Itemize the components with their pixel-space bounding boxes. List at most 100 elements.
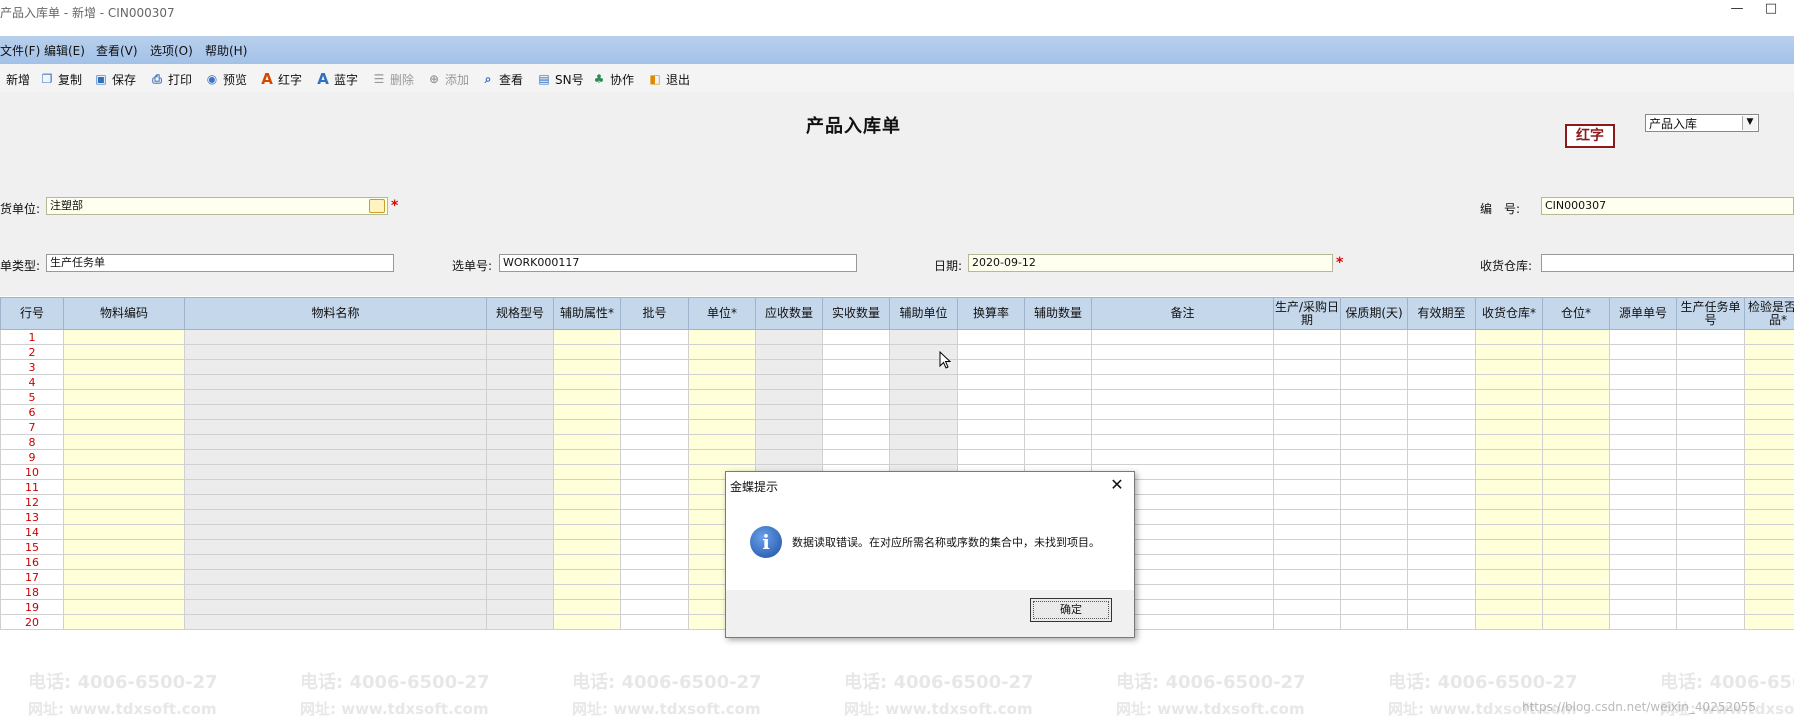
- table-row[interactable]: 8: [0, 434, 1794, 450]
- grid-cell[interactable]: [486, 599, 554, 615]
- grid-cell[interactable]: [889, 329, 958, 345]
- grid-cell[interactable]: [184, 509, 487, 525]
- grid-cell[interactable]: [1676, 464, 1745, 480]
- grid-cell[interactable]: [553, 359, 621, 375]
- grid-cell[interactable]: [1542, 419, 1610, 435]
- grid-cell[interactable]: [1609, 359, 1677, 375]
- grid-cell[interactable]: [1407, 539, 1476, 555]
- column-header[interactable]: 生产/采购日期: [1273, 297, 1341, 330]
- grid-cell[interactable]: [1475, 359, 1543, 375]
- grid-cell[interactable]: [63, 494, 185, 510]
- select-no-field[interactable]: WORK000117: [499, 254, 857, 272]
- grid-cell[interactable]: [1542, 494, 1610, 510]
- grid-cell[interactable]: [553, 344, 621, 360]
- grid-cell[interactable]: [1024, 329, 1092, 345]
- grid-cell[interactable]: [1609, 614, 1677, 630]
- grid-cell[interactable]: [1024, 389, 1092, 405]
- grid-cell[interactable]: [620, 524, 689, 540]
- grid-cell[interactable]: [1091, 404, 1274, 420]
- grid-cell[interactable]: [889, 449, 958, 465]
- grid-cell[interactable]: [553, 404, 621, 420]
- grid-cell[interactable]: [1340, 329, 1408, 345]
- grid-cell[interactable]: [1542, 479, 1610, 495]
- sn-button[interactable]: ▤ SN号: [537, 70, 583, 88]
- grid-cell[interactable]: [1475, 479, 1543, 495]
- grid-cell[interactable]: [1091, 329, 1274, 345]
- grid-cell[interactable]: [486, 434, 554, 450]
- grid-cell[interactable]: [63, 359, 185, 375]
- grid-cell[interactable]: [1744, 464, 1794, 480]
- grid-cell[interactable]: [1407, 359, 1476, 375]
- grid-cell[interactable]: [1407, 599, 1476, 615]
- grid-cell[interactable]: [1407, 404, 1476, 420]
- grid-cell[interactable]: [1273, 419, 1341, 435]
- grid-cell[interactable]: [1542, 509, 1610, 525]
- grid-cell[interactable]: [1340, 599, 1408, 615]
- column-header[interactable]: 单位*: [688, 297, 756, 330]
- grid-cell[interactable]: [1024, 449, 1092, 465]
- grid-cell[interactable]: [184, 389, 487, 405]
- grid-cell[interactable]: [1475, 524, 1543, 540]
- grid-cell[interactable]: [1609, 389, 1677, 405]
- grid-cell[interactable]: [688, 374, 756, 390]
- grid-cell[interactable]: [1609, 404, 1677, 420]
- grid-cell[interactable]: [1475, 539, 1543, 555]
- grid-cell[interactable]: [1609, 374, 1677, 390]
- grid-cell[interactable]: [1542, 359, 1610, 375]
- grid-cell[interactable]: [1340, 494, 1408, 510]
- grid-cell[interactable]: [1024, 374, 1092, 390]
- grid-cell[interactable]: [1744, 494, 1794, 510]
- grid-cell[interactable]: [620, 464, 689, 480]
- grid-cell[interactable]: [1407, 569, 1476, 585]
- column-header[interactable]: 辅助属性*: [553, 297, 621, 330]
- grid-cell[interactable]: [1475, 494, 1543, 510]
- grid-cell[interactable]: [486, 449, 554, 465]
- grid-cell[interactable]: [184, 539, 487, 555]
- grid-cell[interactable]: [1744, 584, 1794, 600]
- grid-cell[interactable]: [63, 419, 185, 435]
- grid-cell[interactable]: [1475, 464, 1543, 480]
- grid-cell[interactable]: [1273, 599, 1341, 615]
- column-header[interactable]: 行号: [0, 297, 64, 330]
- grid-cell[interactable]: [63, 524, 185, 540]
- column-header[interactable]: 规格型号: [486, 297, 554, 330]
- column-header[interactable]: 备注: [1091, 297, 1274, 330]
- grid-cell[interactable]: [1676, 509, 1745, 525]
- maximize-button[interactable]: □: [1756, 0, 1786, 20]
- grid-cell[interactable]: [184, 584, 487, 600]
- table-row[interactable]: 7: [0, 419, 1794, 435]
- grid-cell[interactable]: [822, 404, 890, 420]
- grid-cell[interactable]: [63, 554, 185, 570]
- grid-cell[interactable]: [822, 344, 890, 360]
- grid-cell[interactable]: [1475, 434, 1543, 450]
- grid-cell[interactable]: [1609, 449, 1677, 465]
- grid-cell[interactable]: [1273, 494, 1341, 510]
- grid-cell[interactable]: [553, 599, 621, 615]
- grid-cell[interactable]: [184, 554, 487, 570]
- copy-button[interactable]: ❐ 复制: [40, 70, 82, 88]
- grid-cell[interactable]: [620, 614, 689, 630]
- delete-button[interactable]: ☰ 删除: [372, 70, 414, 88]
- grid-cell[interactable]: [1744, 344, 1794, 360]
- grid-cell[interactable]: [1407, 584, 1476, 600]
- grid-cell[interactable]: [486, 419, 554, 435]
- grid-cell[interactable]: [1340, 584, 1408, 600]
- grid-cell[interactable]: [1744, 599, 1794, 615]
- grid-cell[interactable]: [1475, 614, 1543, 630]
- grid-cell[interactable]: [486, 404, 554, 420]
- grid-cell[interactable]: [1542, 404, 1610, 420]
- grid-cell[interactable]: [1475, 509, 1543, 525]
- grid-cell[interactable]: [957, 344, 1025, 360]
- grid-cell[interactable]: [1744, 374, 1794, 390]
- grid-cell[interactable]: [1024, 344, 1092, 360]
- ok-button[interactable]: 确定: [1030, 598, 1112, 622]
- grid-cell[interactable]: [553, 569, 621, 585]
- grid-cell[interactable]: [957, 389, 1025, 405]
- grid-cell[interactable]: [822, 434, 890, 450]
- grid-cell[interactable]: [1744, 539, 1794, 555]
- grid-cell[interactable]: [1744, 614, 1794, 630]
- blue-letter-button[interactable]: A 蓝字: [316, 70, 358, 88]
- menu-view[interactable]: 查看(V): [96, 42, 138, 59]
- grid-cell[interactable]: [1407, 419, 1476, 435]
- grid-cell[interactable]: [620, 569, 689, 585]
